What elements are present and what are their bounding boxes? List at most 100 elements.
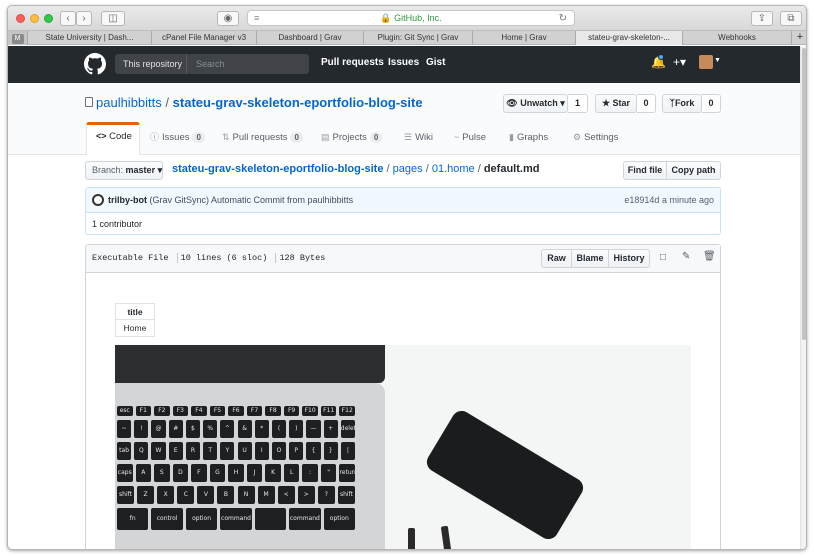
issue-icon: ⓘ: [150, 132, 160, 142]
wiki-icon: ☰: [404, 132, 413, 142]
repo-title: paulhibbitts / stateu-grav-skeleton-epor…: [96, 95, 423, 110]
privacy-icon[interactable]: ◉: [217, 11, 239, 26]
repo-search[interactable]: This repository Search: [115, 54, 309, 74]
fork-count[interactable]: 0: [702, 94, 721, 113]
tab-plugin-git-sync[interactable]: Plugin: Git Sync | Grav: [364, 31, 473, 45]
history-button[interactable]: History: [608, 249, 650, 268]
tab-code[interactable]: <> Code: [86, 122, 140, 155]
zoom-window-button[interactable]: [44, 14, 53, 23]
browser-toolbar: ‹ › ◫ ◉ ≡ 🔒 GitHub, Inc. ↻ ⇪ ⧉: [8, 6, 806, 31]
tab-issues[interactable]: ⓘ Issues 0: [150, 124, 205, 154]
keyboard-key: >: [297, 486, 315, 504]
tab-pulse[interactable]: ~ Pulse: [454, 124, 486, 154]
header-nav-issues[interactable]: Issues: [388, 57, 419, 68]
contributors-link[interactable]: 1 contributor: [92, 219, 142, 229]
pen-right: [440, 525, 453, 549]
keyboard-key: command: [289, 508, 321, 530]
tab-projects[interactable]: ▤ Projects 0: [321, 124, 383, 154]
share-icon[interactable]: ⇪: [751, 11, 773, 26]
eye-icon: 👁: [506, 98, 518, 108]
commit-time: a minute ago: [661, 195, 714, 205]
github-header: This repository Search Pull requests Iss…: [8, 46, 802, 83]
frontmatter-header: title: [116, 304, 154, 320]
find-file-button[interactable]: Find file: [623, 161, 667, 180]
tab-dashboard-grav[interactable]: Dashboard | Grav: [257, 31, 364, 45]
unwatch-button[interactable]: 👁 Unwatch ▾: [503, 94, 568, 113]
keyboard-key: return: [339, 464, 355, 482]
scrollbar-thumb[interactable]: [802, 48, 806, 340]
tab-settings[interactable]: ⚙ Settings: [573, 124, 618, 154]
minimize-window-button[interactable]: [30, 14, 39, 23]
header-nav-gist[interactable]: Gist: [426, 57, 445, 68]
project-icon: ▤: [321, 132, 330, 142]
commit-author-link[interactable]: trilby-bot: [108, 195, 147, 205]
reader-icon[interactable]: ≡: [254, 11, 259, 26]
commit-message-link[interactable]: (Grav GitSync) Automatic Commit from pau…: [150, 195, 354, 205]
sidebar-toggle-icon[interactable]: ◫: [101, 11, 125, 26]
keyboard-key: [254, 508, 287, 530]
keyboard-key: F2: [154, 406, 170, 416]
keyboard-key: L: [283, 464, 300, 482]
keyboard-key: &: [237, 420, 252, 438]
edit-pencil-icon[interactable]: ✎: [682, 251, 690, 262]
search-input[interactable]: Search: [196, 54, 225, 74]
code-icon: <>: [96, 131, 107, 141]
page-scrollbar[interactable]: [800, 46, 806, 549]
github-logo-icon[interactable]: [84, 53, 106, 75]
tab-graphs[interactable]: ▮ Graphs: [509, 124, 548, 154]
blame-button[interactable]: Blame: [571, 249, 609, 268]
frontmatter-table: title Home: [115, 303, 155, 337]
new-tab-button[interactable]: +: [792, 31, 806, 45]
repo-name-link[interactable]: stateu-grav-skeleton-eportfolio-blog-sit…: [173, 95, 423, 110]
keyboard-key: (: [271, 420, 287, 438]
tab-pull-requests[interactable]: ⇅ Pull requests 0: [222, 124, 303, 154]
avatar-dropdown-caret-icon[interactable]: ▼: [714, 57, 721, 64]
breadcrumb: stateu-grav-skeleton-eportfolio-blog-sit…: [172, 163, 540, 175]
keyboard-key: R: [185, 442, 201, 460]
pulse-icon: ~: [454, 132, 460, 142]
keyboard-key: F11: [320, 406, 337, 416]
pinned-tab[interactable]: M: [8, 31, 28, 45]
branch-select-button[interactable]: Branch: master ▾: [85, 161, 163, 180]
frontmatter-value: Home: [123, 323, 147, 333]
pull-requests-count-badge: 0: [290, 132, 303, 143]
address-bar[interactable]: ≡ 🔒 GitHub, Inc. ↻: [247, 10, 575, 26]
copy-path-button[interactable]: Copy path: [666, 161, 721, 180]
header-nav-pull-requests[interactable]: Pull requests: [321, 57, 384, 68]
keyboard-key: S: [154, 464, 170, 482]
keyboard-key: fn: [117, 508, 149, 530]
breadcrumb-repo-link[interactable]: stateu-grav-skeleton-eportfolio-blog-sit…: [172, 163, 383, 175]
reload-icon[interactable]: ↻: [559, 11, 567, 26]
keyboard-key: option: [323, 508, 355, 530]
close-window-button[interactable]: [16, 14, 25, 23]
tabs-overview-icon[interactable]: ⧉: [780, 11, 802, 26]
keyboard-key: F3: [172, 406, 189, 416]
back-button[interactable]: ‹: [60, 11, 76, 26]
watch-count[interactable]: 1: [568, 94, 588, 113]
create-new-plus-icon[interactable]: +▾: [673, 55, 686, 69]
projects-count-badge: 0: [369, 132, 383, 143]
tab-home-grav[interactable]: Home | Grav: [473, 31, 576, 45]
tab-cpanel[interactable]: cPanel File Manager v3: [152, 31, 257, 45]
commit-sha-link[interactable]: e18914d: [624, 195, 659, 205]
keyboard-key: Y: [220, 442, 235, 460]
trash-icon[interactable]: 🗑: [703, 251, 716, 262]
tab-wiki[interactable]: ☰ Wiki: [404, 124, 433, 154]
keyboard-key: command: [220, 508, 252, 530]
tab-state-university[interactable]: State University | Dash...: [28, 31, 152, 45]
tab-github-repo[interactable]: stateu-grav-skeleton-...: [576, 31, 683, 45]
star-button[interactable]: ★ Star: [595, 94, 637, 113]
tab-webhooks[interactable]: Webhooks: [683, 31, 792, 45]
breadcrumb-pages-link[interactable]: pages: [393, 163, 423, 175]
avatar[interactable]: [699, 55, 713, 69]
star-count[interactable]: 0: [637, 94, 656, 113]
forward-button[interactable]: ›: [76, 11, 92, 26]
repo-owner-link[interactable]: paulhibbitts: [96, 95, 162, 110]
breadcrumb-home-link[interactable]: 01.home: [432, 163, 475, 175]
keyboard-key: delete: [340, 420, 355, 438]
keyboard-key: M: [257, 486, 275, 504]
raw-button[interactable]: Raw: [541, 249, 572, 268]
url-text: GitHub, Inc.: [394, 13, 442, 23]
desktop-icon[interactable]: □: [660, 252, 666, 263]
fork-button[interactable]: ᛉFork: [662, 94, 702, 113]
